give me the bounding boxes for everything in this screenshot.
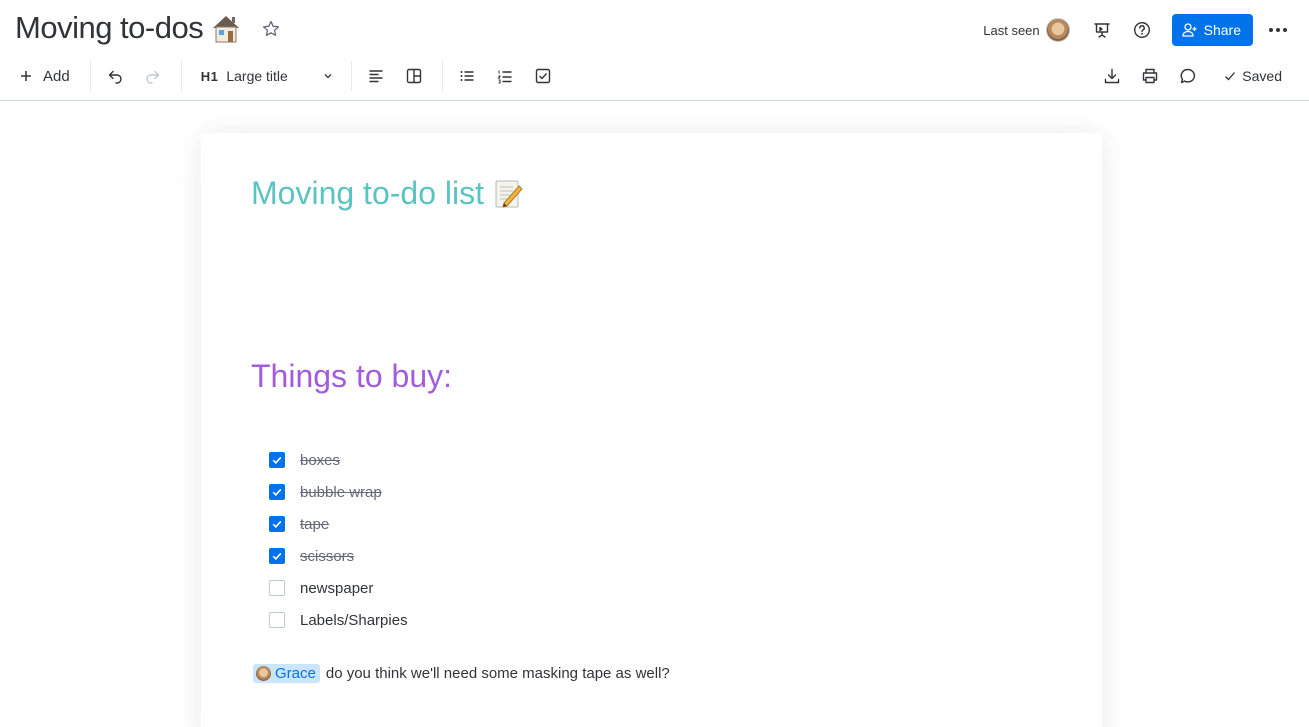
toolbar-divider (350, 61, 352, 91)
checkbox-checked[interactable] (269, 548, 285, 564)
editor-toolbar: Add H1 Large title Saved (0, 58, 1309, 94)
checklist-icon[interactable] (533, 66, 553, 86)
heading-prefix: H1 (200, 68, 219, 84)
checklist-item-text[interactable]: scissors (300, 548, 354, 565)
numbered-list-icon[interactable] (495, 66, 515, 86)
help-icon[interactable] (1132, 20, 1152, 40)
checklist-item: newspaper (269, 572, 408, 604)
present-icon[interactable] (1092, 20, 1112, 40)
layout-icon[interactable] (404, 66, 424, 86)
checklist-item: scissors (269, 540, 408, 572)
mention-text: do you think we'll need some masking tap… (325, 665, 670, 682)
saved-label: Saved (1242, 68, 1282, 84)
doc-heading-text: Moving to-do list (251, 175, 484, 211)
avatar[interactable] (1045, 18, 1070, 42)
doc-title-text: Moving to-dos (15, 10, 204, 45)
checklist-item-text[interactable]: boxes (300, 452, 340, 469)
add-label: Add (43, 67, 70, 85)
checklist-item: bubble wrap (269, 476, 408, 508)
chevron-down-icon (324, 74, 332, 79)
saved-status: Saved (1224, 68, 1282, 84)
checkbox-checked[interactable] (269, 452, 285, 468)
toolbar-divider (441, 61, 443, 91)
checkbox-unchecked[interactable] (269, 580, 285, 596)
check-icon (1225, 72, 1236, 81)
checklist-item-text[interactable]: bubble wrap (300, 484, 382, 501)
checkbox-unchecked[interactable] (269, 612, 285, 628)
more-icon[interactable] (1267, 20, 1289, 40)
last-seen-label: Last seen (983, 22, 1040, 38)
doc-title[interactable]: Moving to-dos (15, 10, 243, 46)
add-user-icon (1181, 23, 1197, 37)
toolbar-divider (180, 61, 182, 91)
header-actions: Last seen Share (983, 14, 1309, 46)
user-mention[interactable]: Grace (253, 664, 320, 683)
plus-icon (21, 71, 31, 81)
heading-label: Large title (226, 68, 288, 84)
checkbox-checked[interactable] (269, 484, 285, 500)
checkbox-checked[interactable] (269, 516, 285, 532)
share-label: Share (1203, 22, 1241, 38)
bulleted-list-icon[interactable] (457, 66, 477, 86)
add-button[interactable]: Add (20, 68, 70, 85)
checklist-item-text[interactable]: Labels/Sharpies (300, 612, 408, 629)
checklist-item-text[interactable]: newspaper (300, 580, 373, 597)
checklist-item-text[interactable]: tape (300, 516, 329, 533)
comment-icon[interactable] (1178, 66, 1198, 86)
house-icon (213, 16, 240, 43)
redo-icon[interactable] (143, 66, 163, 86)
checklist-item: tape (269, 508, 408, 540)
heading-select[interactable]: H1 Large title (201, 68, 333, 84)
align-left-icon[interactable] (366, 66, 386, 86)
mention-paragraph[interactable]: Grace do you think we'll need some maski… (253, 664, 670, 683)
toolbar-right: Saved (1102, 58, 1309, 94)
mention-name: Grace (275, 665, 316, 682)
checklist-item: Labels/Sharpies (269, 604, 408, 636)
share-button[interactable]: Share (1171, 14, 1253, 46)
download-icon[interactable] (1102, 66, 1122, 86)
undo-icon[interactable] (105, 66, 125, 86)
document-page: Moving to-do list Things to buy: boxes b… (201, 133, 1102, 727)
memo-icon (495, 180, 523, 208)
avatar (256, 666, 271, 681)
doc-heading[interactable]: Moving to-do list (251, 175, 524, 212)
print-icon[interactable] (1140, 66, 1160, 86)
star-icon[interactable] (261, 19, 281, 39)
checklist-item: boxes (269, 444, 408, 476)
checklist: boxes bubble wrap tape scissors newspape… (269, 444, 408, 636)
top-bar: Moving to-dos Last seen Share Add H1 Lar… (0, 0, 1309, 101)
section-title[interactable]: Things to buy: (251, 358, 452, 395)
toolbar-divider (89, 61, 91, 91)
